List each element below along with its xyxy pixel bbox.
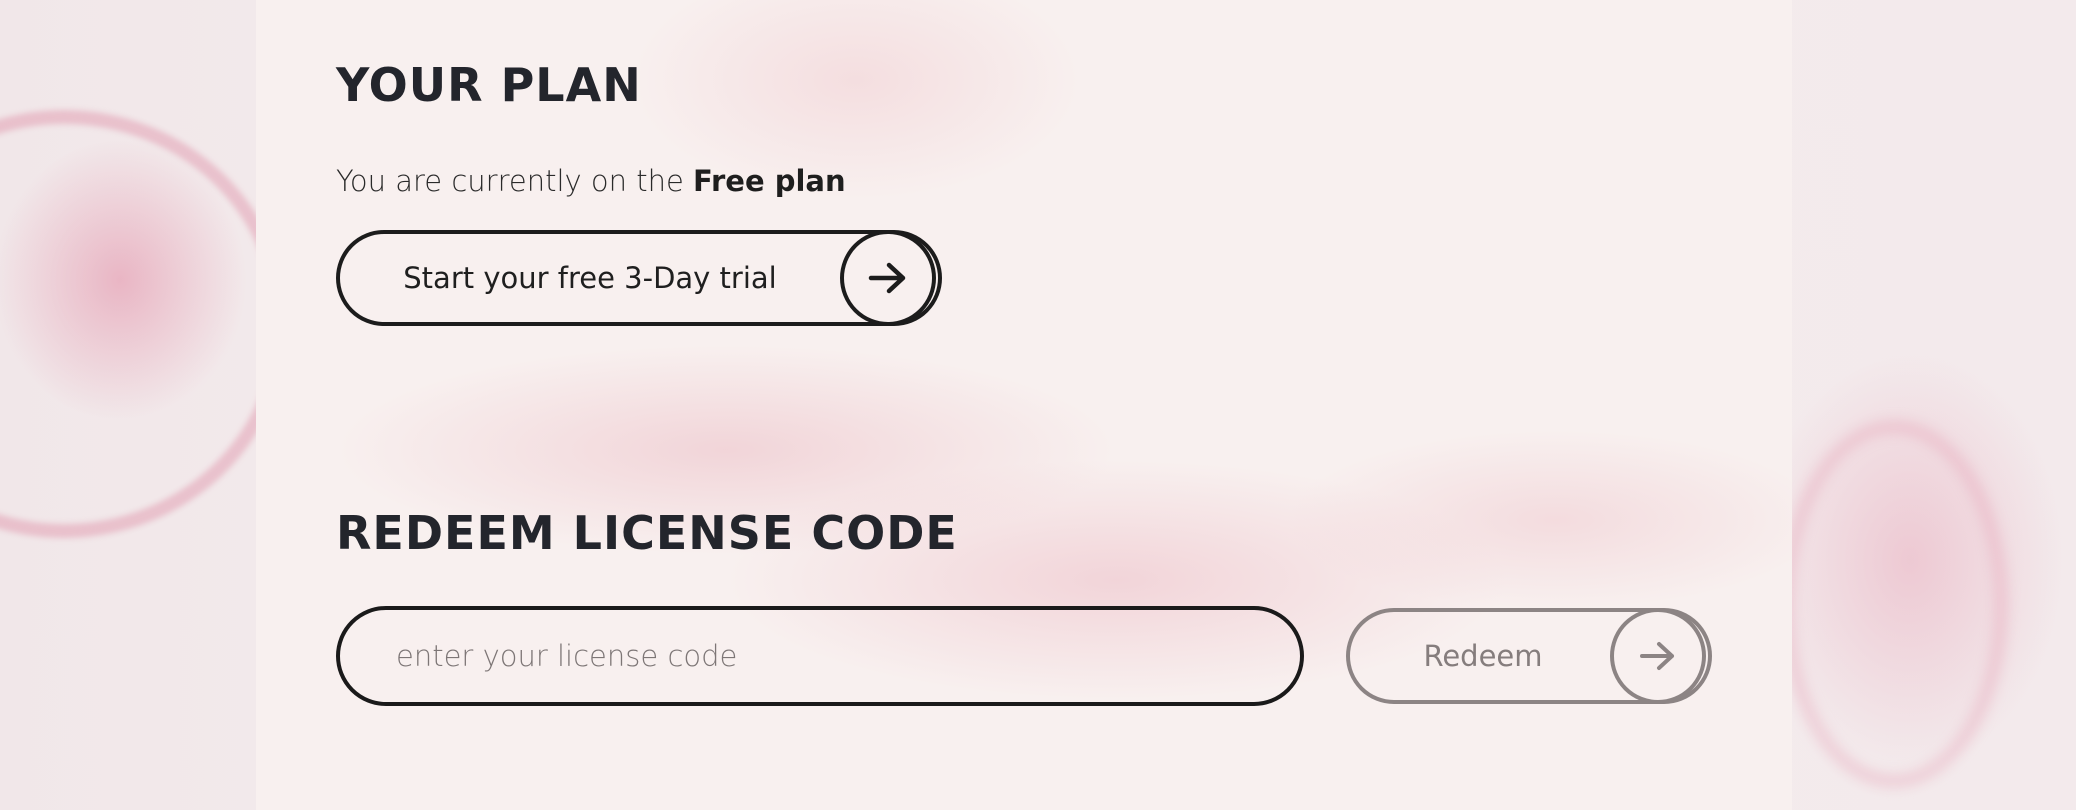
redeem-button-label: Redeem bbox=[1423, 639, 1543, 673]
plan-status-text: You are currently on the Free plan bbox=[336, 164, 846, 198]
plan-section-title: YOUR PLAN bbox=[336, 58, 642, 112]
decorative-ring-left bbox=[0, 110, 288, 538]
current-plan-name: Free plan bbox=[693, 164, 846, 198]
decorative-ring-right bbox=[1780, 420, 2008, 788]
account-panel: YOUR PLAN You are currently on the Free … bbox=[256, 0, 1792, 810]
plan-status-prefix: You are currently on the bbox=[336, 164, 694, 198]
redeem-button[interactable]: Redeem bbox=[1346, 608, 1712, 704]
start-trial-button[interactable]: Start your free 3-Day trial bbox=[336, 230, 942, 326]
arrow-right-icon bbox=[840, 230, 936, 326]
page-background: YOUR PLAN You are currently on the Free … bbox=[0, 0, 2076, 810]
license-code-input[interactable] bbox=[336, 606, 1304, 706]
redeem-section-title: REDEEM LICENSE CODE bbox=[336, 506, 958, 560]
arrow-right-icon bbox=[1610, 608, 1706, 704]
start-trial-button-label: Start your free 3-Day trial bbox=[403, 261, 777, 295]
